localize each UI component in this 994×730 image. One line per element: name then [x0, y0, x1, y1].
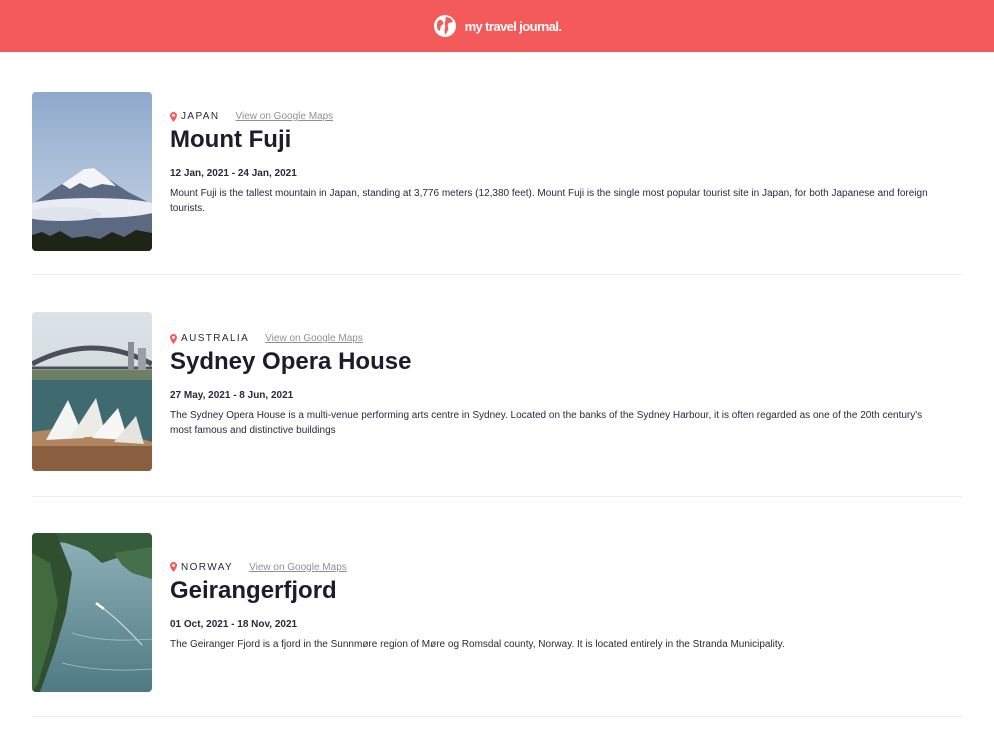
- journal-entry: AUSTRALIA View on Google Maps Sydney Ope…: [32, 275, 962, 497]
- location-row: JAPAN View on Google Maps: [170, 111, 962, 122]
- trip-dates: 12 Jan, 2021 - 24 Jan, 2021: [170, 168, 297, 179]
- place-title: Mount Fuji: [170, 126, 292, 153]
- entry-photo-mount-fuji: [32, 92, 152, 251]
- entry-info: AUSTRALIA View on Google Maps Sydney Ope…: [170, 333, 962, 438]
- journal-entry: NORWAY View on Google Maps Geirangerfjor…: [32, 497, 962, 717]
- place-title: Sydney Opera House: [170, 348, 412, 375]
- location-pin-icon: [170, 562, 177, 572]
- location-row: NORWAY View on Google Maps: [170, 562, 962, 573]
- trip-dates: 01 Oct, 2021 - 18 Nov, 2021: [170, 618, 298, 630]
- journal-entry: JAPAN View on Google Maps Mount Fuji 12 …: [32, 52, 962, 275]
- app-title: my travel journal.: [464, 18, 562, 34]
- country-label: NORWAY: [181, 561, 234, 573]
- location-pin-icon: [170, 111, 177, 122]
- location-row: AUSTRALIA View on Google Maps: [170, 333, 962, 344]
- google-maps-link[interactable]: View on Google Maps: [249, 562, 347, 573]
- google-maps-link[interactable]: View on Google Maps: [265, 333, 363, 344]
- place-description: The Sydney Opera House is a multi-venue …: [170, 410, 923, 436]
- location-pin-icon: [170, 333, 177, 344]
- place-title: Geirangerfjord: [170, 576, 337, 604]
- country-label: JAPAN: [181, 111, 220, 122]
- app-header: my travel journal.: [0, 0, 994, 52]
- trip-dates: 27 May, 2021 - 8 Jun, 2021: [170, 390, 294, 401]
- journal-entries: JAPAN View on Google Maps Mount Fuji 12 …: [0, 52, 994, 717]
- google-maps-link[interactable]: View on Google Maps: [236, 111, 334, 122]
- country-label: AUSTRALIA: [181, 333, 250, 344]
- entry-photo-sydney-opera-house: [32, 312, 152, 471]
- place-description: The Geiranger Fjord is a fjord in the Su…: [170, 638, 785, 650]
- entry-info: NORWAY View on Google Maps Geirangerfjor…: [170, 562, 962, 652]
- place-description: Mount Fuji is the tallest mountain in Ja…: [170, 188, 928, 214]
- entry-photo-geirangerfjord: [32, 533, 152, 692]
- entry-info: JAPAN View on Google Maps Mount Fuji 12 …: [170, 111, 962, 216]
- globe-icon: [433, 15, 456, 37]
